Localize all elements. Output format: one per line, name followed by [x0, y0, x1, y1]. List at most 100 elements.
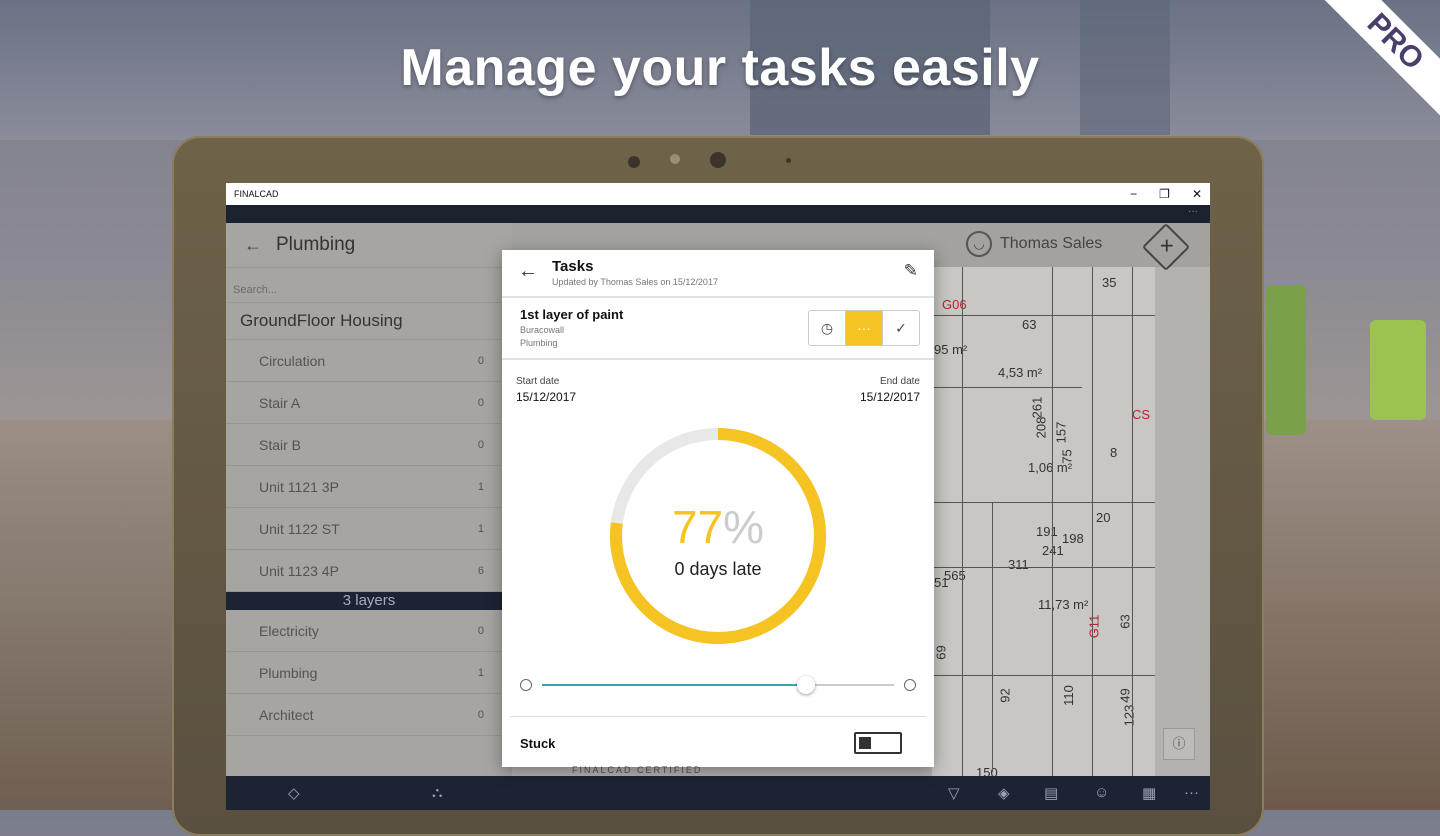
sidebar-item-count: 0	[477, 708, 484, 721]
plan-label: 191	[1036, 524, 1058, 539]
percent-symbol: %	[723, 501, 765, 553]
more-menu-icon[interactable]: ···	[1188, 206, 1198, 217]
plan-label: 4,53 m²	[998, 365, 1043, 380]
more-icon[interactable]: ···	[1184, 784, 1199, 801]
plan-label: CS	[1132, 407, 1151, 422]
layers-header: 3 layers	[226, 592, 512, 610]
calendar-icon[interactable]: ▦	[1142, 784, 1156, 802]
camera-icon	[710, 152, 726, 168]
plan-label: 63	[1022, 317, 1037, 332]
sidebar-item-count: 0	[477, 438, 484, 451]
plan-label: 150	[976, 765, 998, 776]
maximize-button[interactable]: ❐	[1159, 187, 1170, 201]
task-name: 1st layer of paint	[520, 307, 624, 322]
search-input[interactable]: Search...	[226, 268, 512, 303]
plan-label: 110	[1060, 685, 1076, 706]
start-date-label: Start date	[516, 376, 560, 387]
sidebar-item-label: Unit 1121 3P	[259, 478, 339, 495]
plan-label: 51	[934, 575, 949, 590]
dialog-title: Tasks	[552, 258, 594, 275]
sidebar-item[interactable]: Architect 0	[226, 694, 512, 736]
sidebar-item-label: Stair B	[259, 436, 302, 453]
end-date-value[interactable]: 15/12/2017	[860, 390, 920, 404]
plan-wall-line	[932, 315, 1155, 316]
layers-icon[interactable]: ▤	[1044, 784, 1058, 802]
slider-fill	[542, 684, 806, 686]
user-name: Thomas Sales	[1000, 235, 1103, 252]
sidebar-item[interactable]: Unit 1122 ST 1	[226, 508, 512, 550]
sidebar-item-count: 1	[477, 666, 484, 679]
done-check-button[interactable]: ✓	[883, 311, 919, 345]
plan-wall-line	[962, 267, 963, 776]
sidebar-item-label: Architect	[259, 706, 314, 723]
sidebar-item-count: 1	[477, 522, 484, 535]
progress-slider[interactable]	[520, 676, 918, 694]
plan-wall-line	[1132, 267, 1133, 776]
sidebar-item[interactable]: Circulation 0	[226, 340, 512, 382]
sidebar-title: Plumbing	[276, 234, 356, 255]
minimize-button[interactable]: −	[1130, 187, 1137, 201]
sidebar-item[interactable]: Unit 1121 3P 1	[226, 466, 512, 508]
sidebar-item-count: 0	[477, 624, 484, 637]
sidebar-item[interactable]: Unit 1123 4P 6	[226, 550, 512, 592]
plan-wall-line	[932, 567, 1155, 568]
plan-wall-line	[1092, 267, 1093, 776]
plan-label: 1,06 m²	[1028, 460, 1073, 475]
sensor-icon	[786, 158, 791, 163]
title-bar: FINALCAD − ❐ ✕	[226, 183, 1210, 205]
stuck-row: Stuck	[510, 716, 926, 768]
task-company: Buracowall	[520, 325, 565, 335]
avatar-icon: ◡	[966, 231, 992, 257]
sidebar-item[interactable]: Electricity 0	[226, 610, 512, 652]
plan-label: 11,73 m²	[1038, 597, 1089, 612]
start-date-value[interactable]: 15/12/2017	[516, 390, 576, 404]
sidebar-item-label: Stair A	[259, 394, 301, 411]
plan-label: 261	[1029, 396, 1045, 419]
plan-wall-line	[992, 502, 993, 772]
user-menu[interactable]: ◡ Thomas Sales	[966, 231, 1102, 257]
sidebar-group-title[interactable]: GroundFloor Housing	[226, 303, 512, 340]
plan-label: 49	[1117, 688, 1133, 703]
plan-label: 35	[1102, 275, 1117, 290]
edit-pencil-icon[interactable]: ✎	[904, 261, 918, 281]
plan-wall-line	[932, 387, 1082, 388]
site-icon[interactable]: ⛬	[432, 784, 443, 801]
info-icon[interactable]: ⓘ	[1163, 728, 1195, 760]
plan-label: 92	[997, 688, 1013, 703]
app-top-strip: ···	[226, 205, 1210, 223]
plan-label: 157	[1053, 421, 1069, 444]
plan-label: 208	[1033, 416, 1049, 439]
sidebar-item[interactable]: Stair B 0	[226, 424, 512, 466]
slider-min-marker	[520, 679, 532, 691]
sidebar-item-count: 0	[477, 396, 484, 409]
slider-handle[interactable]	[797, 676, 815, 694]
clock-icon[interactable]: ◷	[809, 311, 846, 345]
slider-max-marker	[904, 679, 916, 691]
certified-watermark: FINALCAD CERTIFIED	[572, 765, 703, 775]
add-button[interactable]: +	[1141, 222, 1191, 272]
sidebar-item-label: Circulation	[259, 352, 326, 369]
progress-percent: 77%	[502, 500, 934, 554]
stuck-toggle[interactable]	[854, 732, 902, 754]
sidebar-item[interactable]: Plumbing 1	[226, 652, 512, 694]
task-category: Plumbing	[520, 338, 558, 348]
plans-icon[interactable]: ◇	[288, 784, 300, 802]
sidebar-item-count: 1	[477, 480, 484, 493]
status-selector: ◷ ··· ✓	[808, 310, 920, 346]
floor-plan[interactable]: 35 G06 63 95 m² 4,53 m² 261 208 157 75 1,06 m² 8 CS…	[932, 267, 1155, 776]
filter-icon[interactable]: ▽	[948, 784, 960, 802]
back-arrow-icon[interactable]: ←	[244, 235, 262, 256]
user-icon[interactable]: ☺	[1094, 784, 1109, 801]
eraser-icon[interactable]: ◈	[998, 784, 1010, 802]
in-progress-button[interactable]: ···	[846, 311, 883, 345]
plan-wall-line	[1052, 267, 1053, 776]
plan-label: 69	[933, 645, 949, 660]
background-ground	[1260, 420, 1440, 810]
window-title: FINALCAD	[234, 189, 279, 199]
task-dialog: ← Tasks Updated by Thomas Sales on 15/12…	[502, 250, 934, 767]
plan-label: 8	[1110, 445, 1118, 460]
task-row: 1st layer of paint Buracowall Plumbing ◷…	[502, 298, 934, 360]
sidebar-item[interactable]: Stair A 0	[226, 382, 512, 424]
close-button[interactable]: ✕	[1192, 187, 1202, 201]
back-arrow-icon[interactable]: ←	[518, 260, 538, 283]
